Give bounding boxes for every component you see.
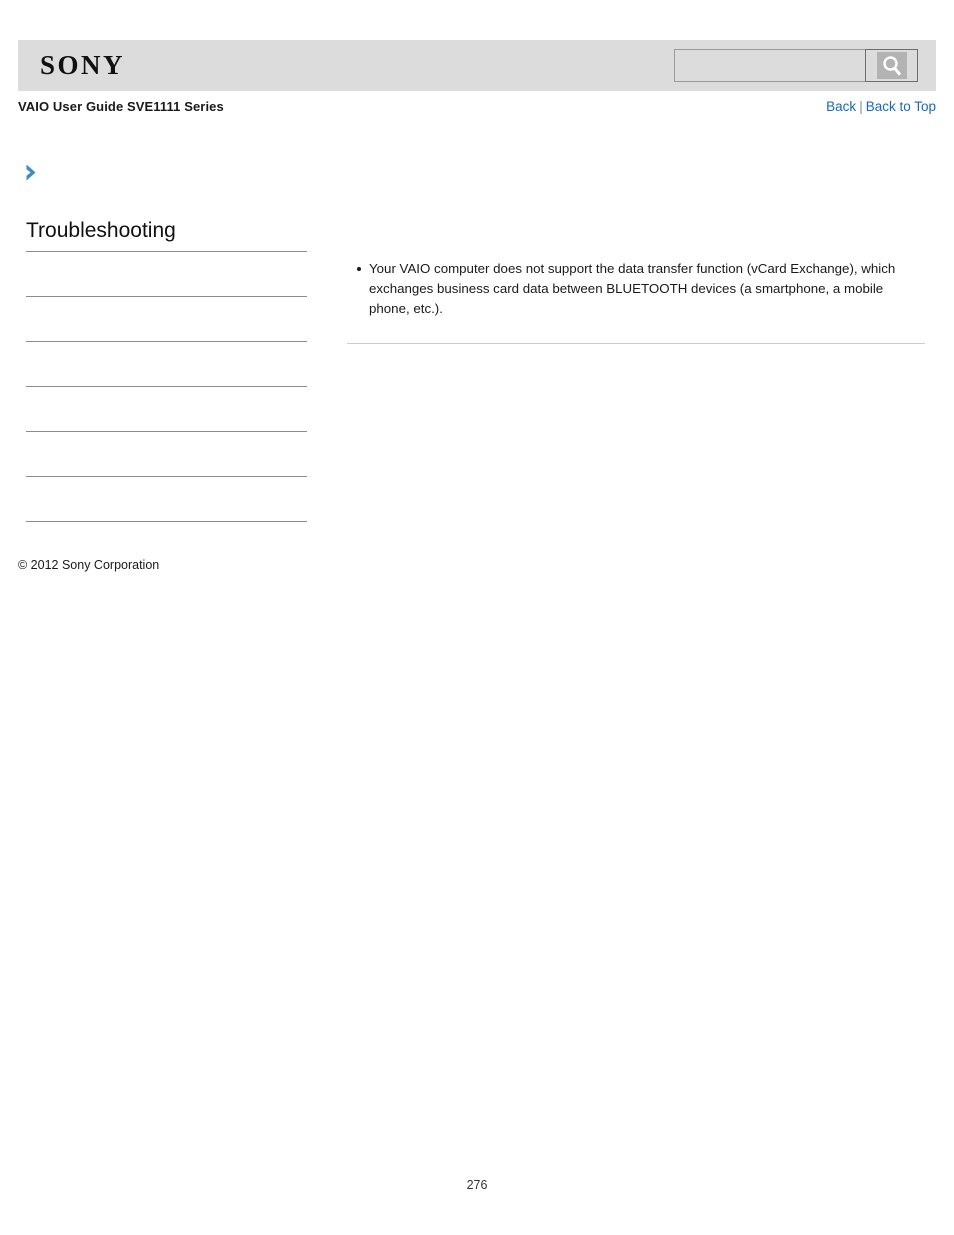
sidebar-item[interactable] (26, 476, 307, 521)
sidebar-item[interactable] (26, 341, 307, 386)
sidebar-list-end-rule (26, 521, 307, 522)
search-input[interactable] (674, 49, 865, 82)
header-navigation: Back | Back to Top (826, 99, 936, 114)
main-content: Your VAIO computer does not support the … (347, 259, 925, 320)
page-title: VAIO User Guide SVE1111 Series (18, 99, 224, 114)
sidebar-item-label (26, 252, 307, 260)
copyright-text: © 2012 Sony Corporation (18, 558, 160, 572)
sidebar-item-label (26, 477, 307, 485)
subheader: VAIO User Guide SVE1111 Series Back | Back… (18, 99, 936, 121)
sidebar-item-label (26, 432, 307, 440)
sidebar-item[interactable] (26, 386, 307, 431)
sony-logo: SONY (40, 50, 126, 80)
nav-separator: | (859, 99, 863, 114)
search-button[interactable] (865, 49, 918, 82)
chevron-right-icon[interactable] (24, 163, 42, 182)
page-number: 276 (466, 1178, 488, 1192)
bullet-list: Your VAIO computer does not support the … (347, 259, 925, 320)
sidebar-item-label (26, 387, 307, 395)
sidebar-item-label (26, 297, 307, 305)
search-icon (876, 52, 907, 79)
sidebar: Troubleshooting (26, 218, 307, 522)
content-divider (347, 343, 925, 344)
sidebar-item[interactable] (26, 251, 307, 296)
page-header: SONY (18, 40, 936, 91)
sidebar-item[interactable] (26, 296, 307, 341)
sidebar-title: Troubleshooting (26, 219, 176, 242)
search-area (674, 49, 918, 82)
back-to-top-link[interactable]: Back to Top (866, 99, 936, 114)
list-item: Your VAIO computer does not support the … (357, 259, 925, 320)
sidebar-item[interactable] (26, 431, 307, 476)
sidebar-item-label (26, 342, 307, 350)
back-link[interactable]: Back (826, 99, 856, 114)
